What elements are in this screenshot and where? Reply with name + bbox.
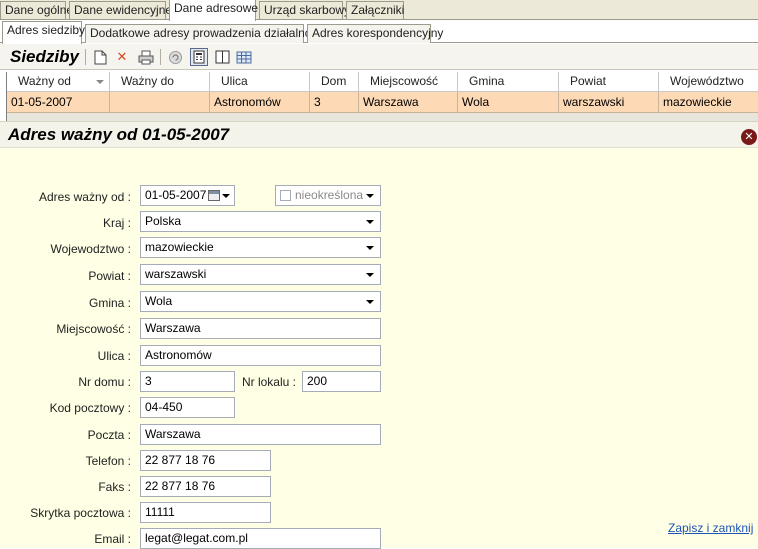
house-number-label: Nr domu : <box>78 375 131 389</box>
table-cell: Astronomów <box>210 92 310 113</box>
county-select[interactable]: warszawski <box>140 264 381 285</box>
tab-adres-siedziby[interactable]: Adres siedziby <box>2 21 85 44</box>
close-icon[interactable]: ✕ <box>741 129 757 145</box>
sort-icon <box>96 80 104 84</box>
print-icon[interactable] <box>137 48 155 66</box>
country-label: Kraj : <box>102 216 131 230</box>
post-office-input[interactable]: Warszawa <box>140 424 381 445</box>
table-cell: 01-05-2007 <box>7 92 110 113</box>
detail-header: Adres ważny od 01-05-2007 ✕ <box>0 122 758 148</box>
voivodeship-select[interactable]: mazowieckie <box>140 237 381 258</box>
column-header[interactable]: Gmina <box>458 72 559 92</box>
indefinite-checkbox[interactable] <box>280 190 291 201</box>
detail-title: Adres ważny od 01-05-2007 <box>8 125 230 144</box>
tab-adres-korespondencyjny[interactable]: Adres korespondencyjny <box>307 24 443 43</box>
column-header[interactable]: Województwo <box>659 72 758 92</box>
table-cell: mazowieckie <box>659 92 758 113</box>
grid-footer <box>7 113 758 121</box>
new-document-icon[interactable] <box>91 48 109 66</box>
table-view-icon[interactable] <box>235 48 253 66</box>
section-title: Siedziby <box>10 47 79 66</box>
toolbar-separator <box>85 49 86 65</box>
column-header[interactable]: Dom <box>310 72 359 92</box>
tab-dodatkowe-adresy[interactable]: Dodatkowe adresy prowadzenia działalnośc… <box>85 24 326 43</box>
tab-dane-ewidencyjne[interactable]: Dane ewidencyjne <box>69 1 172 19</box>
column-header[interactable]: Miejscowość <box>359 72 458 92</box>
column-header[interactable]: Ważny od <box>7 72 110 92</box>
city-input[interactable]: Warszawa <box>140 318 381 339</box>
house-number-input[interactable]: 3 <box>140 371 235 392</box>
addresses-grid: Ważny od Ważny do Ulica Dom Miejscowość … <box>6 72 758 121</box>
table-cell: warszawski <box>559 92 659 113</box>
voivodeship-label: Wojewodztwo : <box>50 242 131 256</box>
apartment-number-input[interactable]: 200 <box>302 371 381 392</box>
commune-select[interactable]: Wola <box>140 291 381 312</box>
post-office-label: Poczta : <box>87 428 131 442</box>
valid-from-label: Adres ważny od : <box>38 190 131 204</box>
postal-code-input[interactable]: 04-450 <box>140 397 235 418</box>
refresh-icon[interactable] <box>166 48 184 66</box>
calculator-icon[interactable] <box>190 48 208 66</box>
toolbar-separator <box>160 49 161 65</box>
table-cell <box>110 92 210 113</box>
calendar-icon <box>208 190 220 201</box>
po-box-input[interactable]: 11111 <box>140 502 271 523</box>
table-row[interactable]: 01-05-2007 Astronomów 3 Warszawa Wola wa… <box>7 92 758 113</box>
save-and-close-link[interactable]: Zapisz i zamknij <box>668 521 753 535</box>
column-header[interactable]: Ważny do <box>110 72 210 92</box>
email-input[interactable]: legat@legat.com.pl <box>140 528 381 549</box>
column-header[interactable]: Ulica <box>210 72 310 92</box>
tab-dane-adresowe[interactable]: Dane adresowe <box>169 0 258 21</box>
delete-icon[interactable]: ✕ <box>113 48 131 66</box>
main-tab-strip: Dane ogólne Dane ewidencyjne Dane adreso… <box>0 0 758 21</box>
fax-label: Faks : <box>98 480 131 494</box>
table-cell: Wola <box>458 92 559 113</box>
email-label: Email : <box>94 532 131 546</box>
valid-to-select[interactable]: nieokreślona <box>275 185 381 206</box>
table-cell: Warszawa <box>359 92 458 113</box>
street-label: Ulica : <box>97 349 131 363</box>
phone-label: Telefon : <box>85 454 131 468</box>
address-tab-strip: Adres siedziby Dodatkowe adresy prowadze… <box>0 20 758 44</box>
tab-urzad-skarbowy[interactable]: Urząd skarbowy <box>259 1 350 19</box>
fax-input[interactable]: 22 877 18 76 <box>140 476 271 497</box>
county-label: Powiat : <box>88 269 131 283</box>
split-view-icon[interactable] <box>213 48 231 66</box>
phone-input[interactable]: 22 877 18 76 <box>140 450 271 471</box>
tab-zalaczniki[interactable]: Załączniki <box>346 1 404 19</box>
postal-code-label: Kod pocztowy : <box>49 401 131 415</box>
country-select[interactable]: Polska <box>140 211 381 232</box>
address-detail-panel: Adres ważny od 01-05-2007 ✕ Adres ważny … <box>0 121 758 549</box>
apartment-number-label: Nr lokalu : <box>241 375 296 389</box>
city-label: Miejscowość : <box>56 322 131 336</box>
chevron-down-icon <box>222 194 230 198</box>
commune-label: Gmina : <box>88 296 131 310</box>
toolbar: Siedziby ✕ <box>0 44 758 104</box>
street-input[interactable]: Astronomów <box>140 345 381 366</box>
column-header[interactable]: Powiat <box>559 72 659 92</box>
table-cell: 3 <box>310 92 359 113</box>
po-box-label: Skrytka pocztowa : <box>30 506 131 520</box>
tab-dane-ogolne[interactable]: Dane ogólne <box>0 1 73 19</box>
valid-from-datepicker[interactable]: 01-05-2007 <box>140 185 235 206</box>
